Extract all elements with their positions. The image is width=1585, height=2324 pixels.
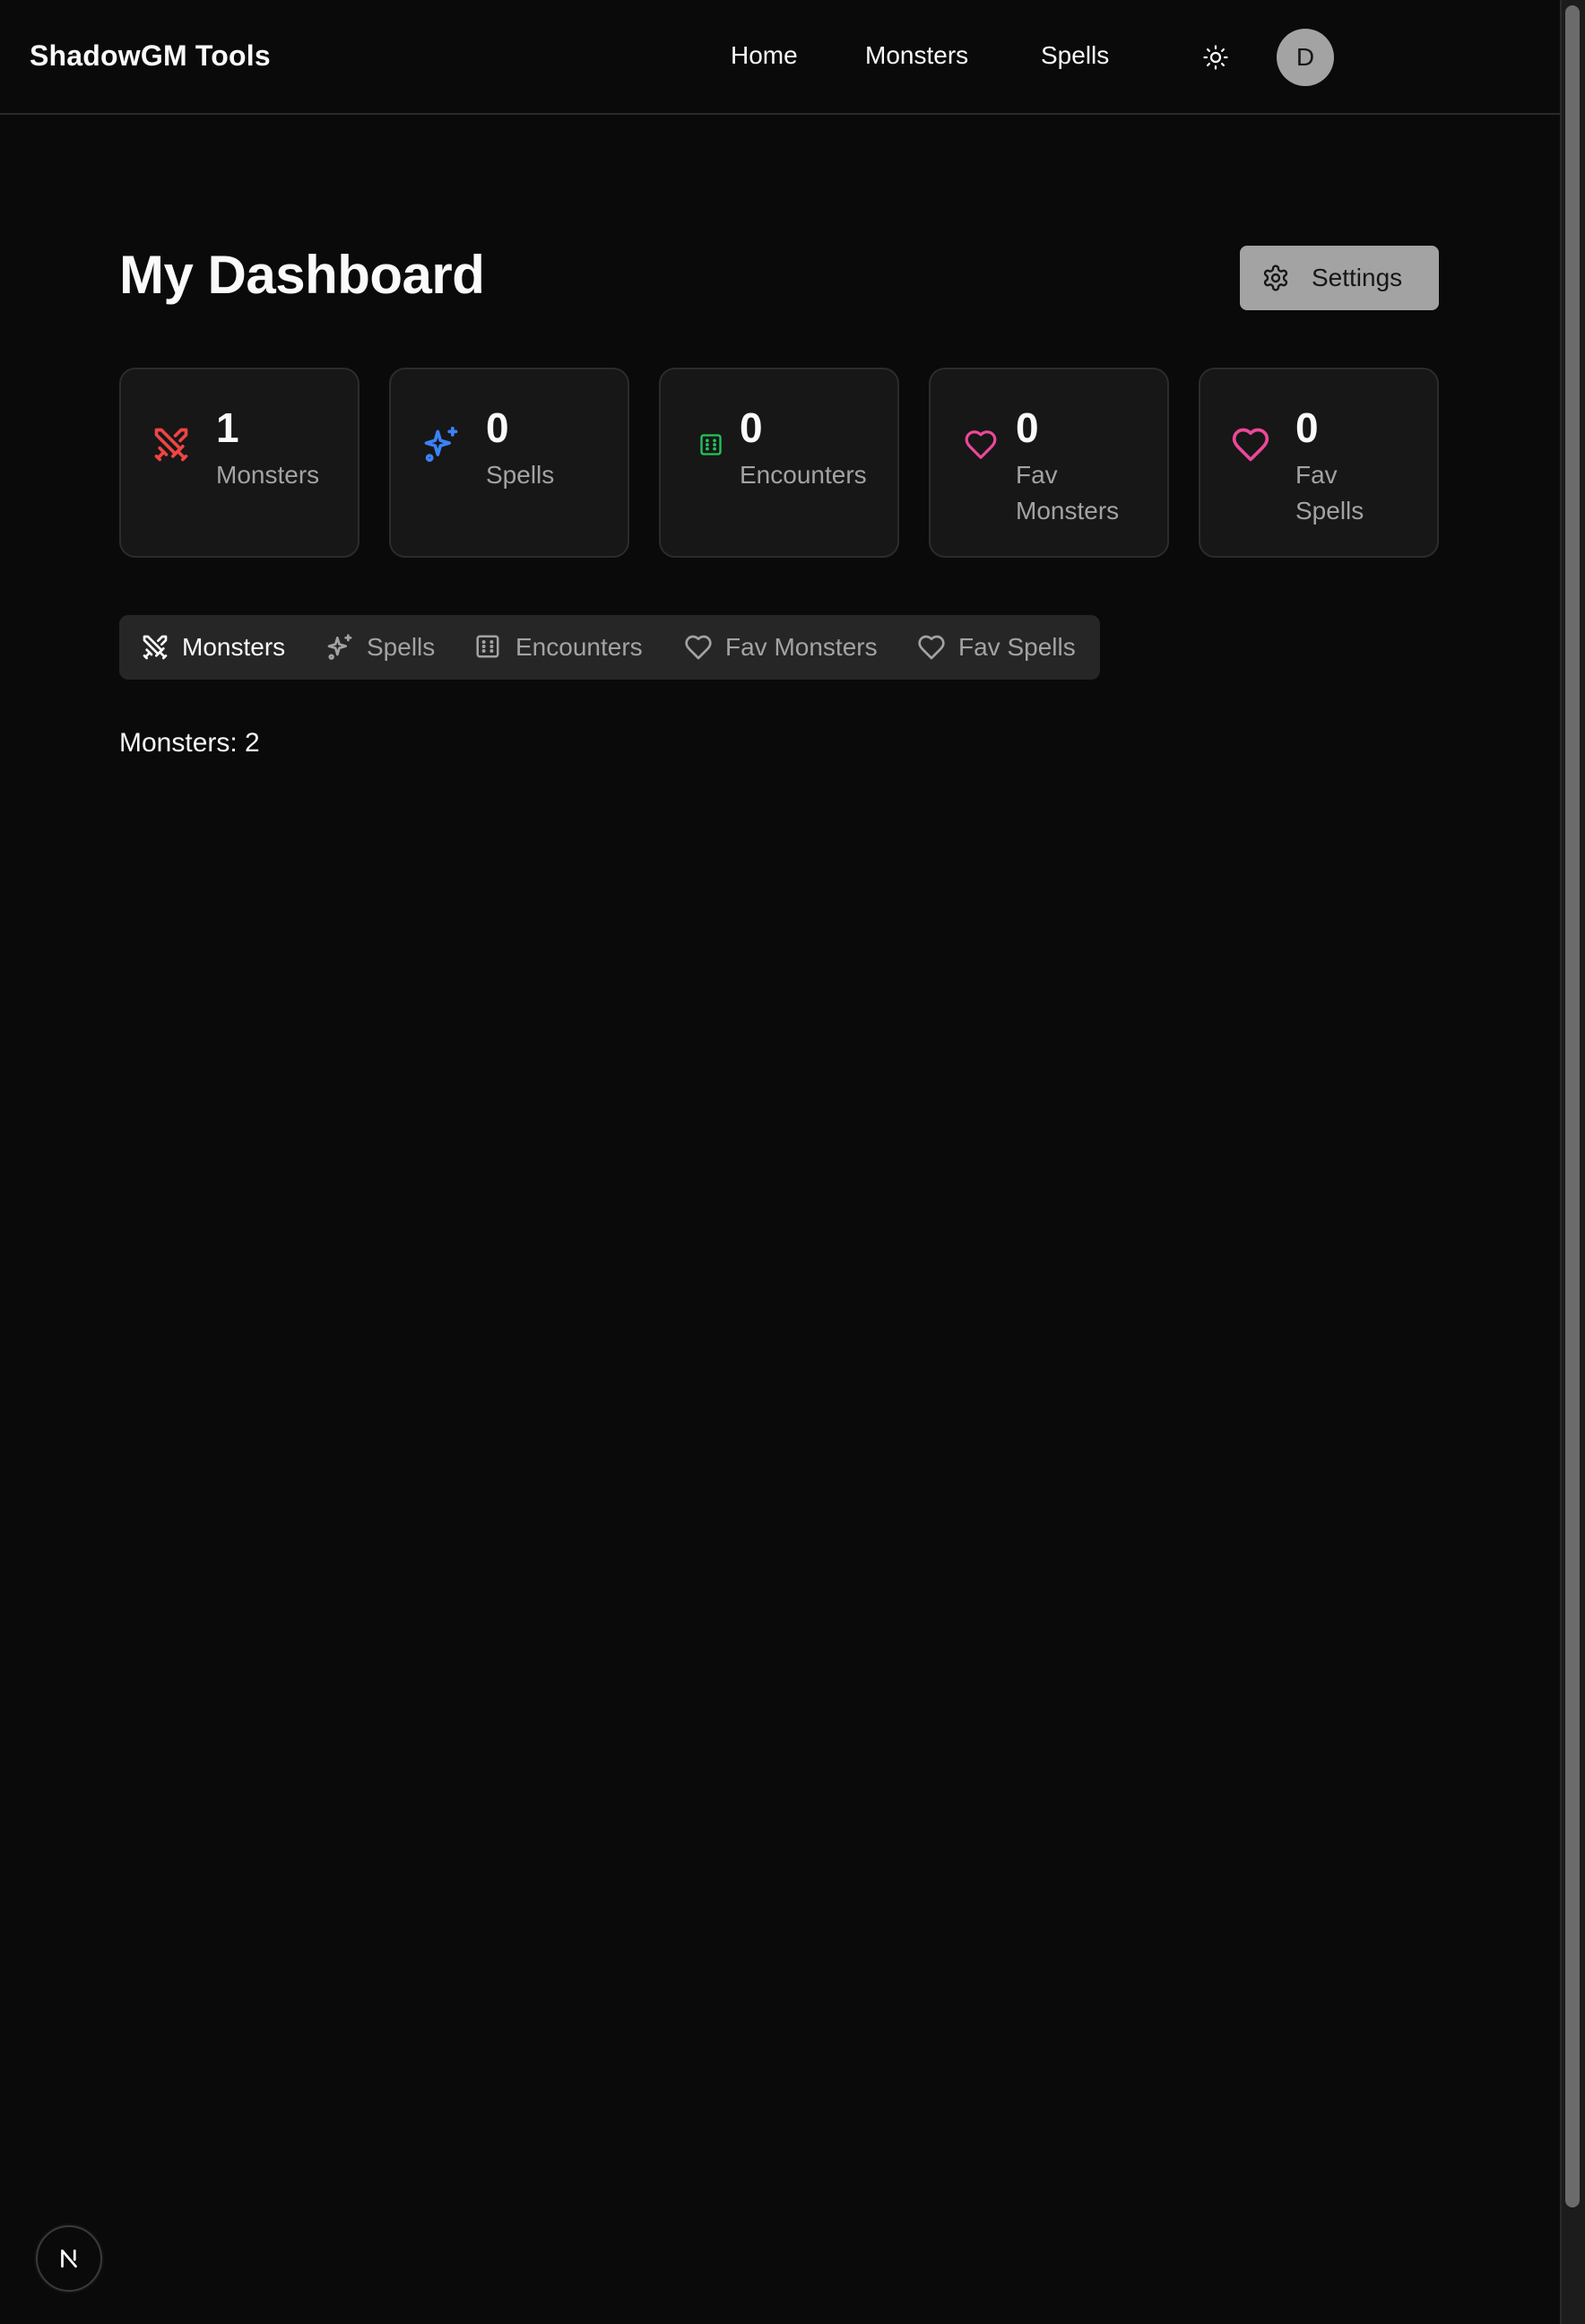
scrollbar-thumb[interactable] — [1565, 5, 1580, 2207]
stat-value: 0 — [740, 404, 763, 451]
stat-label: Spells — [486, 461, 555, 489]
stat-value: 1 — [216, 404, 239, 451]
tab-label: Fav Spells — [958, 633, 1076, 661]
sun-icon — [1203, 45, 1228, 70]
heart-icon — [917, 633, 946, 662]
tab-fav-spells[interactable]: Fav Spells — [917, 615, 1076, 680]
page-title: My Dashboard — [119, 245, 485, 305]
tab-encounters[interactable]: Encounters — [474, 615, 643, 680]
heart-icon — [1231, 425, 1270, 464]
heart-icon — [961, 425, 1000, 464]
tab-spells[interactable]: Spells — [325, 615, 435, 680]
tab-fav-monsters[interactable]: Fav Monsters — [684, 615, 878, 680]
monsters-count-text: Monsters: 2 — [119, 728, 260, 758]
gear-icon — [1261, 264, 1290, 292]
tab-label: Fav Monsters — [725, 633, 878, 661]
tab-label: Spells — [367, 633, 436, 661]
stat-label: Fav Monsters — [1016, 461, 1120, 525]
dashboard-tabs: Monsters Spells Encounters Fav Monsters … — [119, 615, 1100, 680]
theme-toggle-button[interactable] — [1198, 39, 1234, 75]
n-logo-icon — [61, 2249, 77, 2268]
tab-label: Monsters — [182, 633, 286, 661]
swords-icon — [152, 425, 191, 464]
stat-card-fav-monsters: 0 Fav Monsters — [929, 368, 1169, 558]
stat-value: 0 — [1295, 404, 1319, 451]
stat-card-fav-spells: 0 Fav Spells — [1199, 368, 1439, 558]
settings-button-label: Settings — [1312, 264, 1403, 291]
nav-link-spells[interactable]: Spells — [1041, 41, 1109, 70]
dice-icon — [474, 633, 503, 662]
heart-icon — [684, 633, 713, 662]
stat-card-encounters: 0 Encounters — [659, 368, 899, 558]
nextjs-dev-badge[interactable]: N — [36, 2225, 102, 2292]
settings-button[interactable]: Settings — [1240, 246, 1439, 310]
sparkles-icon — [325, 633, 354, 662]
nav-link-monsters[interactable]: Monsters — [865, 41, 968, 70]
user-avatar[interactable]: D — [1277, 29, 1334, 86]
dice-icon — [691, 425, 731, 464]
page: ShadowGM Tools Home Monsters Spells D My… — [0, 0, 1560, 2324]
swords-icon — [141, 633, 169, 662]
top-nav-bar: ShadowGM Tools Home Monsters Spells D — [0, 0, 1560, 115]
stat-value: 0 — [1016, 404, 1039, 451]
stat-label: Fav Spells — [1295, 461, 1364, 525]
tab-monsters[interactable]: Monsters — [141, 615, 285, 680]
stat-value: 0 — [486, 404, 509, 451]
sparkles-icon — [421, 425, 461, 464]
stat-card-monsters: 1 Monsters — [119, 368, 359, 558]
stat-label: Encounters — [740, 461, 867, 489]
brand-logo-text[interactable]: ShadowGM Tools — [30, 39, 271, 73]
stat-card-spells: 0 Spells — [389, 368, 629, 558]
tab-label: Encounters — [515, 633, 643, 661]
stat-label: Monsters — [216, 461, 320, 489]
nav-link-home[interactable]: Home — [731, 41, 798, 70]
